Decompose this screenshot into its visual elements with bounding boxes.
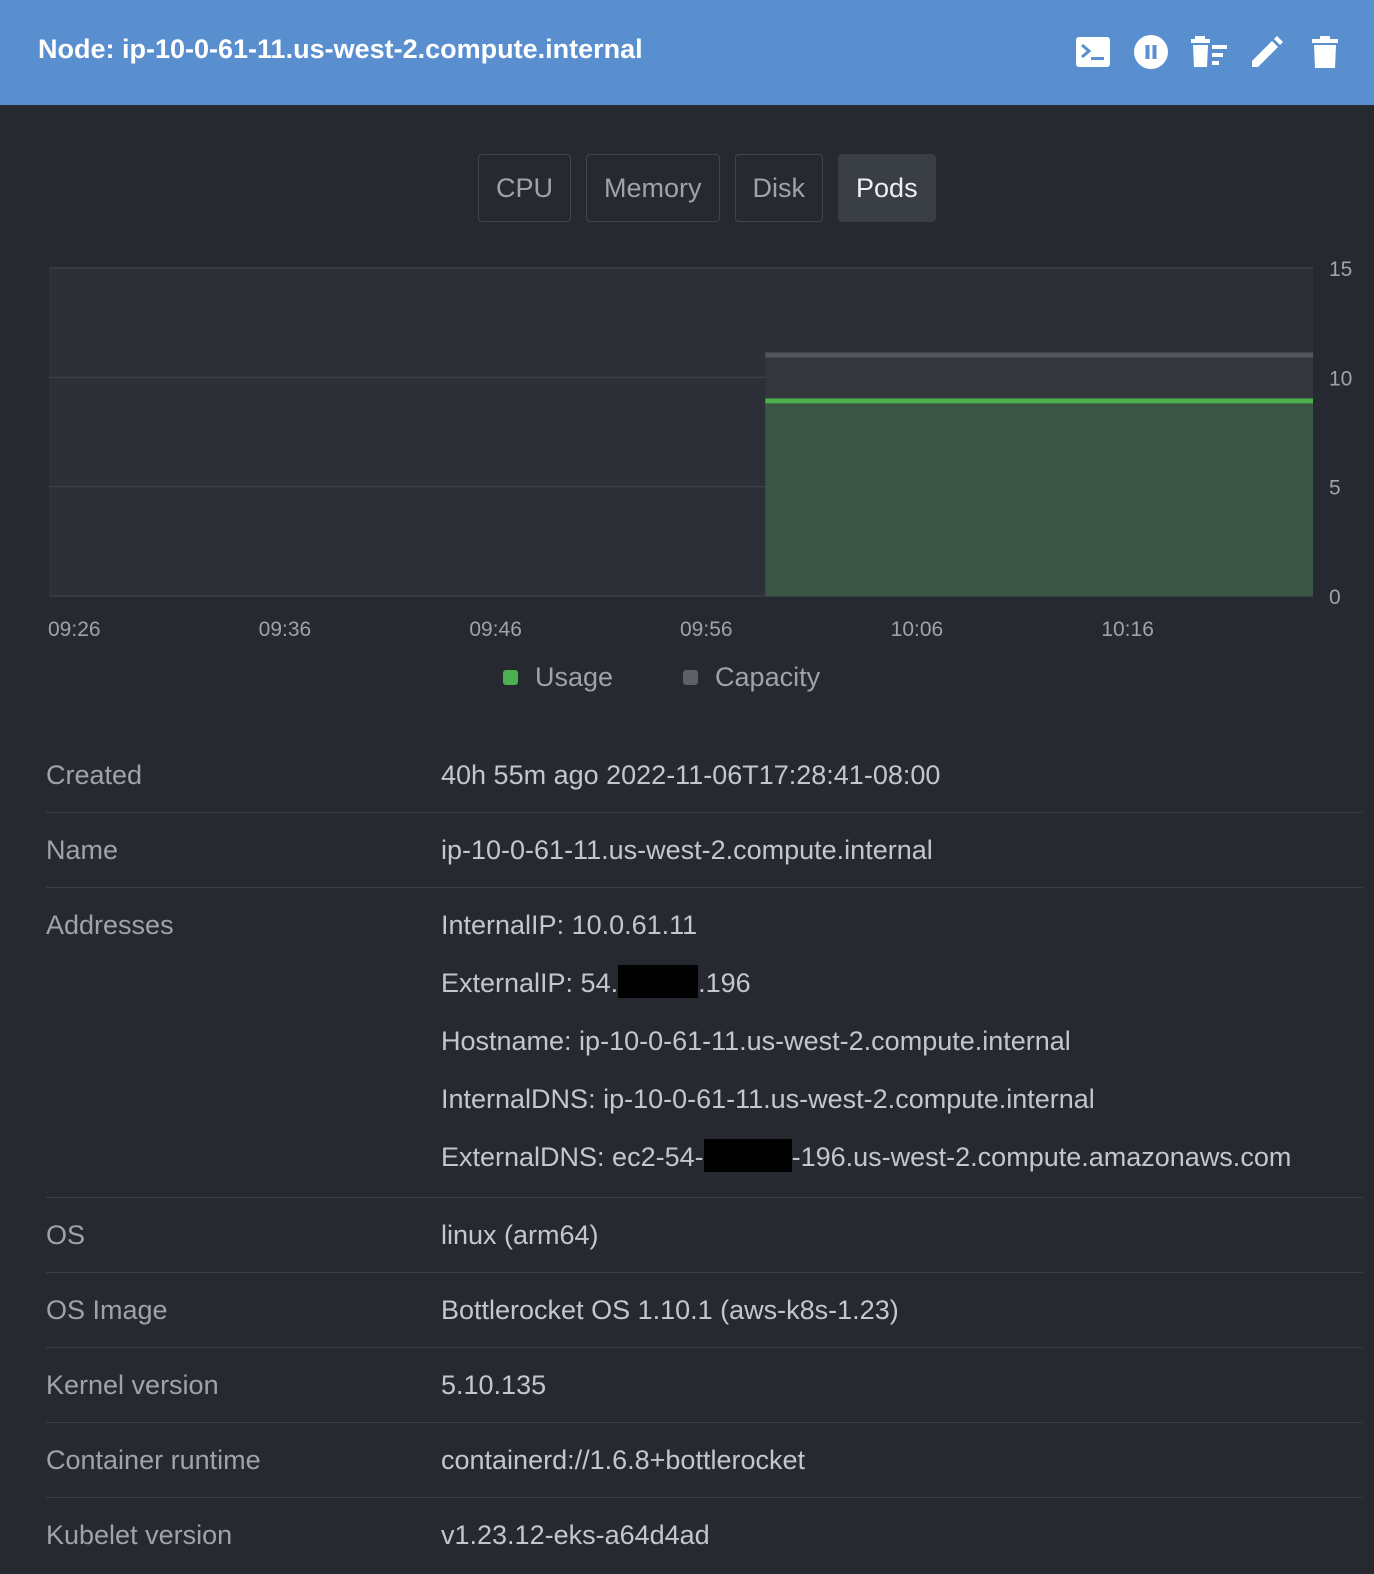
capacity-line bbox=[765, 352, 1313, 358]
chart-legend: Usage Capacity bbox=[503, 662, 820, 693]
page-title: Node: ip-10-0-61-11.us-west-2.compute.in… bbox=[38, 34, 643, 64]
legend-usage-label: Usage bbox=[535, 662, 614, 692]
drain-icon[interactable] bbox=[1190, 33, 1228, 71]
detail-value-line: containerd://1.6.8+bottlerocket bbox=[441, 1445, 805, 1476]
y-tick-label: 15 bbox=[1329, 258, 1352, 281]
edit-icon[interactable] bbox=[1248, 33, 1286, 71]
detail-value: ip-10-0-61-11.us-west-2.compute.internal bbox=[441, 813, 1363, 887]
detail-value: Bottlerocket OS 1.10.1 (aws-k8s-1.23) bbox=[441, 1273, 1363, 1347]
redaction-block bbox=[618, 965, 699, 999]
detail-value-line: Hostname: ip-10-0-61-11.us-west-2.comput… bbox=[441, 1026, 1071, 1056]
detail-value-line: InternalIP: 10.0.61.11 bbox=[441, 910, 698, 940]
detail-value: linux (arm64) bbox=[441, 1198, 1363, 1272]
y-tick-label: 10 bbox=[1329, 367, 1352, 390]
detail-label: Container runtime bbox=[46, 1445, 261, 1476]
terminal-icon[interactable] bbox=[1074, 33, 1112, 71]
detail-value: 5.10.135 bbox=[441, 1348, 1363, 1422]
redaction-block bbox=[703, 1139, 792, 1173]
value-prefix: ExternalDNS: ec2-54- bbox=[441, 1142, 704, 1172]
detail-value-line: Bottlerocket OS 1.10.1 (aws-k8s-1.23) bbox=[441, 1295, 899, 1326]
x-tick-label: 10:16 bbox=[1101, 618, 1154, 641]
x-tick-label: 09:36 bbox=[259, 618, 312, 641]
detail-label: Kernel version bbox=[46, 1370, 219, 1401]
detail-row: OS Image Bottlerocket OS 1.10.1 (aws-k8s-… bbox=[46, 1273, 1363, 1349]
detail-row: Created 40h 55m ago 2022-11-06T17:28:41-0… bbox=[46, 738, 1363, 813]
detail-value: v1.23.12-eks-a64d4ad bbox=[441, 1498, 1363, 1572]
detail-value: containerd://1.6.8+bottlerocket bbox=[441, 1423, 1363, 1497]
tab-disk[interactable]: Disk bbox=[734, 154, 824, 222]
detail-row: Container runtime containerd://1.6.8+bott… bbox=[46, 1423, 1363, 1499]
x-tick-label: 10:06 bbox=[891, 618, 944, 641]
detail-value-line: InternalDNS: ip-10-0-61-11.us-west-2.com… bbox=[441, 1084, 1095, 1114]
x-tick-label: 09:26 bbox=[48, 618, 101, 641]
detail-label: Name bbox=[46, 835, 119, 865]
pause-icon[interactable] bbox=[1132, 33, 1170, 71]
value-suffix: .196 bbox=[698, 968, 751, 998]
tab-pods[interactable]: Pods bbox=[838, 154, 936, 222]
value-prefix: ExternalIP: 54. bbox=[441, 968, 619, 998]
detail-label: OS Image bbox=[46, 1295, 168, 1326]
x-tick-label: 09:46 bbox=[469, 618, 522, 641]
detail-row: Kubelet version v1.23.12-eks-a64d4ad bbox=[46, 1498, 1363, 1572]
detail-value-line: ip-10-0-61-11.us-west-2.compute.internal bbox=[441, 835, 933, 865]
detail-value-line: linux (arm64) bbox=[441, 1220, 599, 1251]
tab-memory[interactable]: Memory bbox=[586, 154, 720, 222]
detail-value: InternalIP: 10.0.61.11 ExternalIP: 54. .19… bbox=[441, 888, 1363, 1197]
delete-icon[interactable] bbox=[1306, 33, 1344, 71]
legend-capacity[interactable]: Capacity bbox=[683, 662, 820, 693]
detail-value-line: 40h 55m ago 2022-11-06T17:28:41-08:00 bbox=[441, 760, 941, 790]
usage-line bbox=[765, 398, 1313, 404]
metric-tabs: CPU Memory Disk Pods bbox=[478, 154, 936, 222]
capacity-swatch bbox=[683, 670, 699, 685]
detail-label: Created bbox=[46, 760, 143, 790]
page-header: Node: ip-10-0-61-11.us-west-2.compute.in… bbox=[0, 0, 1374, 105]
detail-label: Kubelet version bbox=[46, 1520, 233, 1551]
detail-value-line: v1.23.12-eks-a64d4ad bbox=[441, 1520, 710, 1551]
detail-value-line: ExternalIP: 54. .196 bbox=[441, 965, 1363, 1026]
legend-usage[interactable]: Usage bbox=[503, 662, 613, 693]
tab-cpu[interactable]: CPU bbox=[478, 154, 572, 222]
y-tick-label: 5 bbox=[1329, 477, 1341, 500]
detail-label: OS bbox=[46, 1220, 86, 1251]
detail-value-line: ExternalDNS: ec2-54- -196.us-west-2.compu… bbox=[441, 1139, 1363, 1175]
detail-row: OS linux (arm64) bbox=[46, 1198, 1363, 1274]
detail-row: Addresses InternalIP: 10.0.61.11 ExternalI… bbox=[46, 888, 1363, 1199]
usage-swatch bbox=[503, 670, 518, 685]
y-tick-label: 0 bbox=[1329, 586, 1341, 609]
legend-capacity-label: Capacity bbox=[715, 662, 821, 692]
detail-value-line: 5.10.135 bbox=[441, 1370, 547, 1401]
usage-area bbox=[765, 401, 1313, 596]
pods-chart: 0 5 10 15 09:26 09:36 09:46 09:56 10:06 10:16 bbox=[48, 258, 1352, 641]
detail-row: Name ip-10-0-61-11.us-west-2.compute.inte… bbox=[46, 813, 1363, 888]
detail-label: Addresses bbox=[46, 910, 174, 940]
x-tick-label: 09:56 bbox=[680, 618, 733, 641]
detail-value: 40h 55m ago 2022-11-06T17:28:41-08:00 bbox=[441, 738, 1363, 812]
value-suffix: -196.us-west-2.compute.amazonaws.com bbox=[791, 1142, 1292, 1172]
detail-row: Kernel version 5.10.135 bbox=[46, 1348, 1363, 1424]
node-details: Created 40h 55m ago 2022-11-06T17:28:41-0… bbox=[46, 738, 1363, 1572]
